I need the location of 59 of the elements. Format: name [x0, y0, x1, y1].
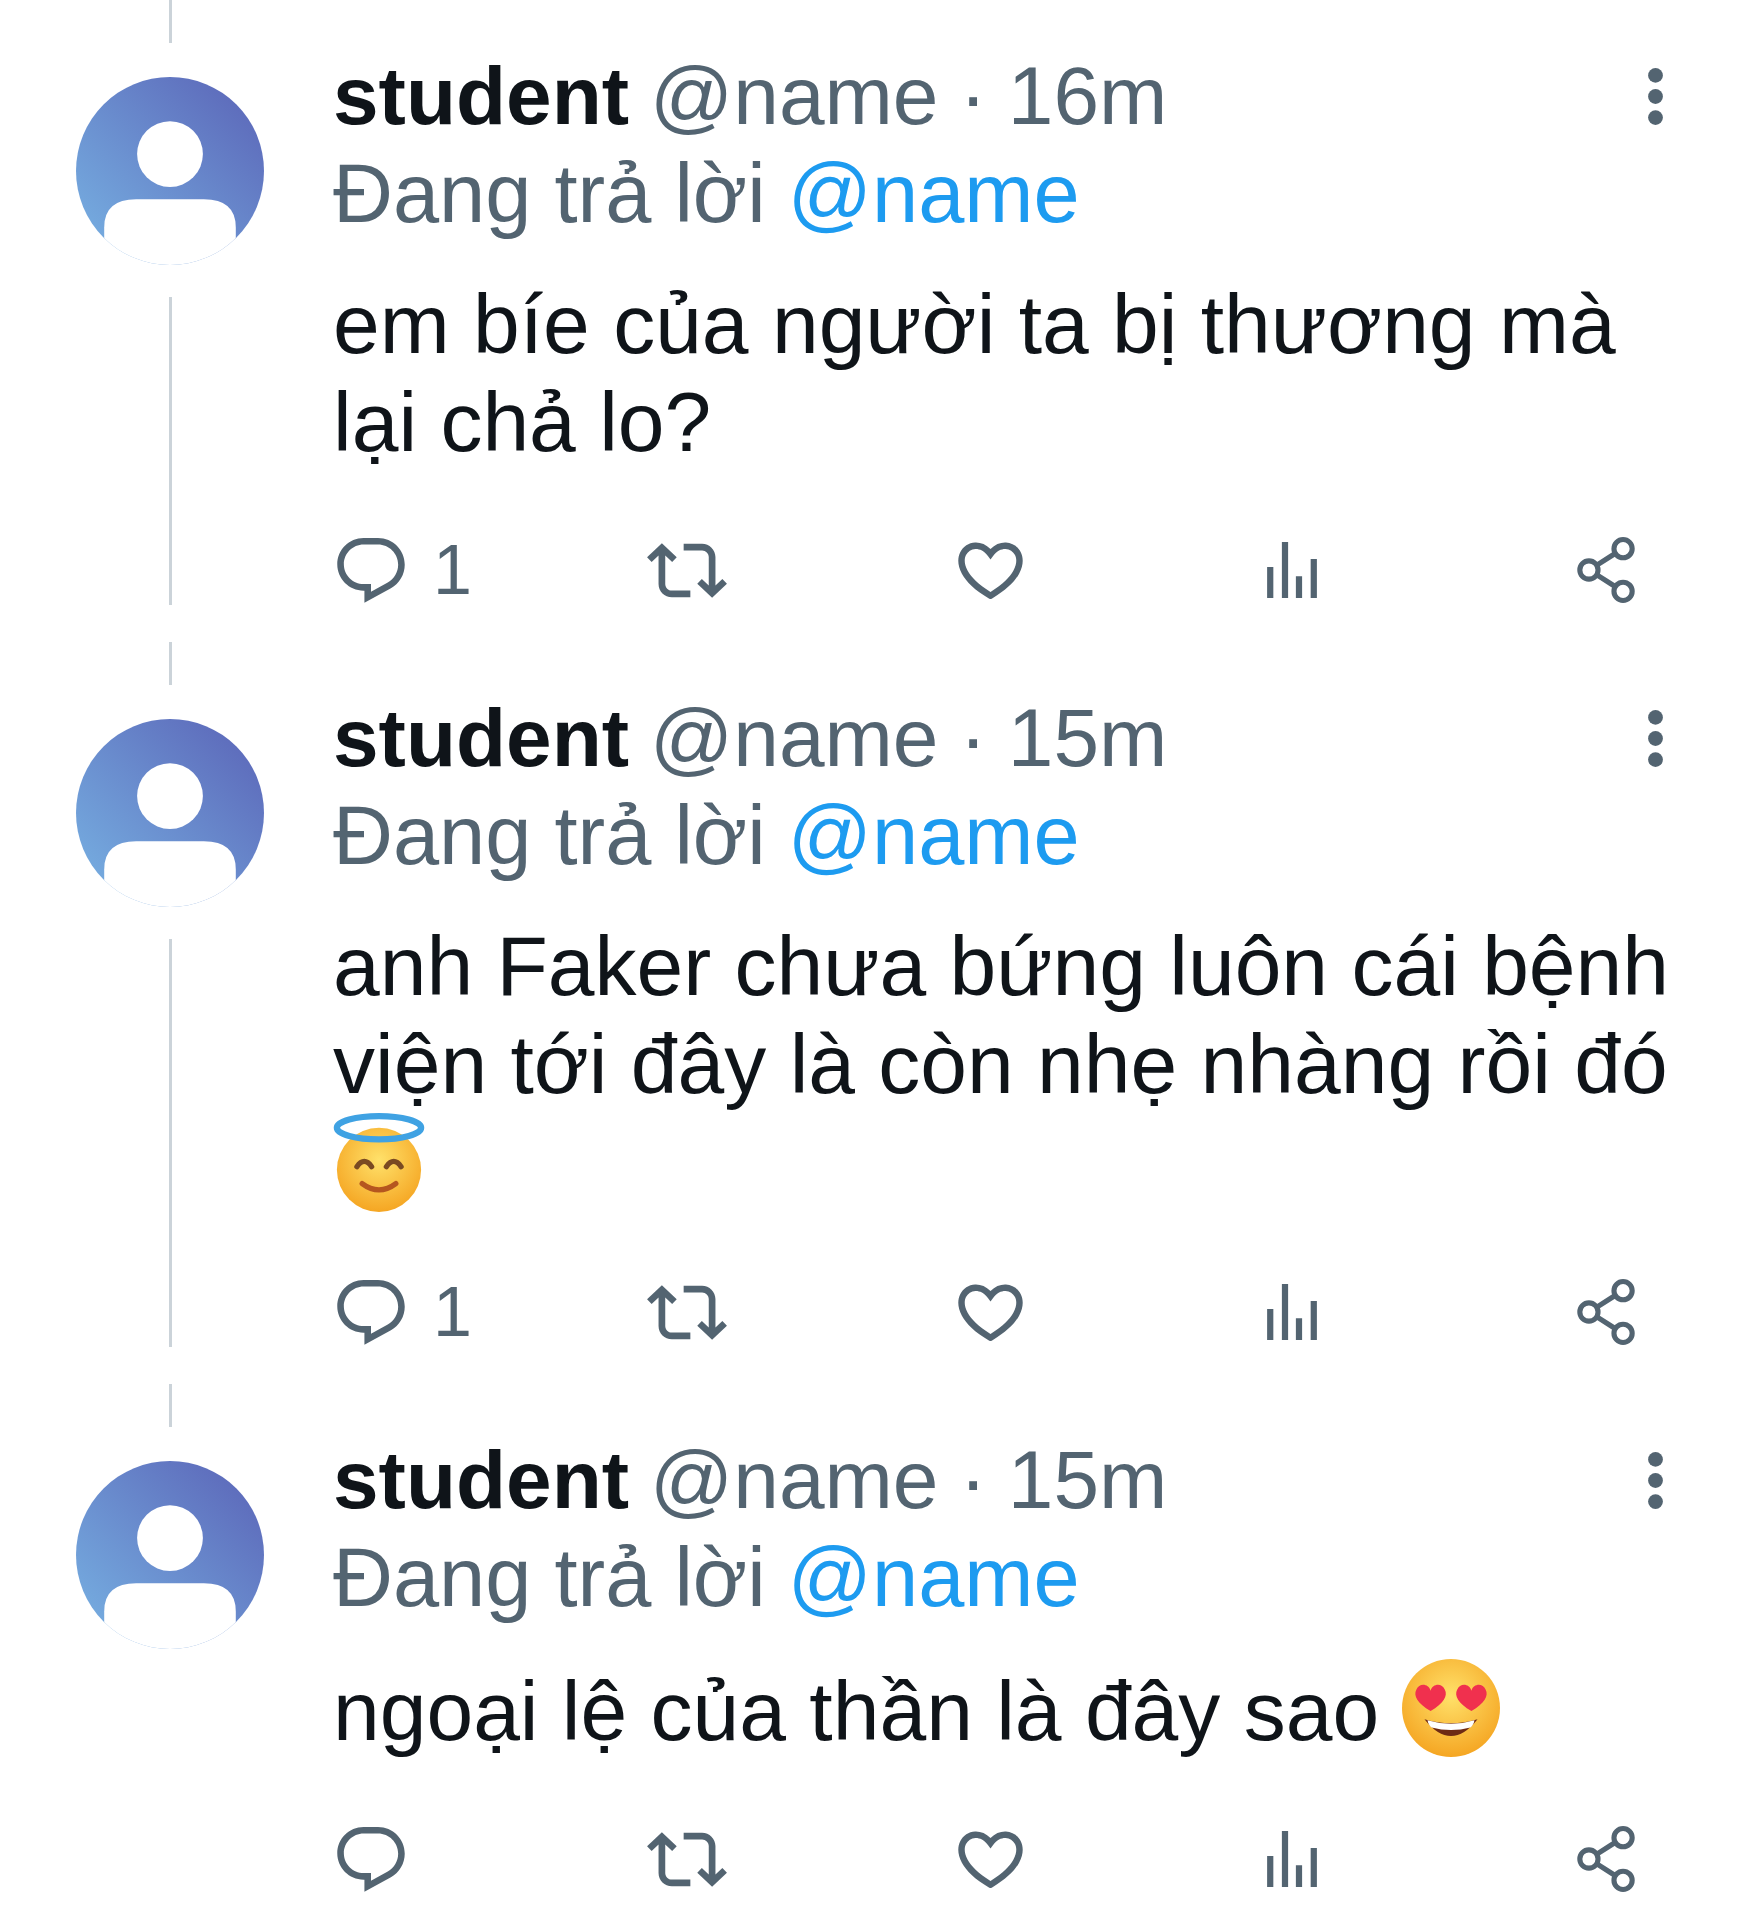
- bar-chart-icon: [1267, 542, 1317, 598]
- user-handle[interactable]: @name: [650, 47, 939, 145]
- reply-label: Đang trả lời: [333, 147, 766, 240]
- share-button[interactable]: [1577, 1826, 1635, 1892]
- reply-label: Đang trả lời: [333, 789, 766, 882]
- repost-arrows-icon: [647, 1284, 727, 1340]
- reply-label: Đang trả lời: [333, 1531, 766, 1624]
- vertical-ellipsis-icon[interactable]: [1648, 67, 1663, 125]
- vertical-ellipsis-icon[interactable]: [1648, 1451, 1663, 1509]
- user-avatar[interactable]: [76, 77, 264, 265]
- bar-chart-icon: [1267, 1831, 1317, 1887]
- author-name[interactable]: student: [333, 689, 630, 787]
- reply-button[interactable]: [337, 1826, 405, 1892]
- separator-dot: ·: [959, 1433, 987, 1527]
- heart-eyes-face-icon: [1402, 1659, 1501, 1757]
- post-time[interactable]: 16m: [1007, 47, 1168, 145]
- tweet-text: ngoại lệ của thần là đây sao: [333, 1664, 1380, 1758]
- like-button[interactable]: [957, 1283, 1024, 1341]
- vertical-ellipsis-icon[interactable]: [1648, 709, 1663, 767]
- share-button[interactable]: [1577, 1279, 1635, 1345]
- views-button[interactable]: [1267, 1831, 1317, 1887]
- post-time[interactable]: 15m: [1007, 689, 1168, 787]
- reply-button[interactable]: 1: [337, 1277, 472, 1347]
- like-button[interactable]: [957, 1830, 1024, 1888]
- repost-button[interactable]: [647, 542, 727, 598]
- user-avatar[interactable]: [76, 719, 264, 907]
- author-name[interactable]: student: [333, 47, 630, 145]
- repost-button[interactable]: [647, 1284, 727, 1340]
- user-handle[interactable]: @name: [650, 1431, 939, 1529]
- bar-chart-icon: [1267, 1284, 1317, 1340]
- like-button[interactable]: [957, 541, 1024, 599]
- heart-icon: [957, 1830, 1024, 1888]
- heart-icon: [957, 541, 1024, 599]
- share-icon: [1577, 1279, 1635, 1345]
- thread-line: [168, 0, 172, 43]
- user-handle[interactable]: @name: [650, 689, 939, 787]
- share-icon: [1577, 537, 1635, 603]
- separator-dot: ·: [959, 691, 987, 785]
- share-button[interactable]: [1577, 537, 1635, 603]
- speech-bubble-icon: [337, 1826, 405, 1892]
- tweet-text: anh Faker chưa bứng luôn cái bệnh viện tới đây là còn nhẹ nhàng rồi đó: [333, 919, 1669, 1111]
- smiling-face-with-halo-icon: [333, 1113, 425, 1213]
- heart-icon: [957, 1283, 1024, 1341]
- repost-button[interactable]: [647, 1831, 727, 1887]
- views-button[interactable]: [1267, 1284, 1317, 1340]
- speech-bubble-icon: [337, 1279, 405, 1345]
- author-name[interactable]: student: [333, 1431, 630, 1529]
- reply-button[interactable]: 1: [337, 535, 472, 605]
- post-time[interactable]: 15m: [1007, 1431, 1168, 1529]
- repost-arrows-icon: [647, 542, 727, 598]
- thread-line: [168, 642, 172, 685]
- repost-arrows-icon: [647, 1831, 727, 1887]
- thread-line: [168, 1384, 172, 1427]
- views-button[interactable]: [1267, 542, 1317, 598]
- separator-dot: ·: [959, 49, 987, 143]
- tweet-text: em bíe của người ta bị thương mà lại chả lo?: [333, 277, 1616, 469]
- user-avatar[interactable]: [76, 1461, 264, 1649]
- speech-bubble-icon: [337, 537, 405, 603]
- share-icon: [1577, 1826, 1635, 1892]
